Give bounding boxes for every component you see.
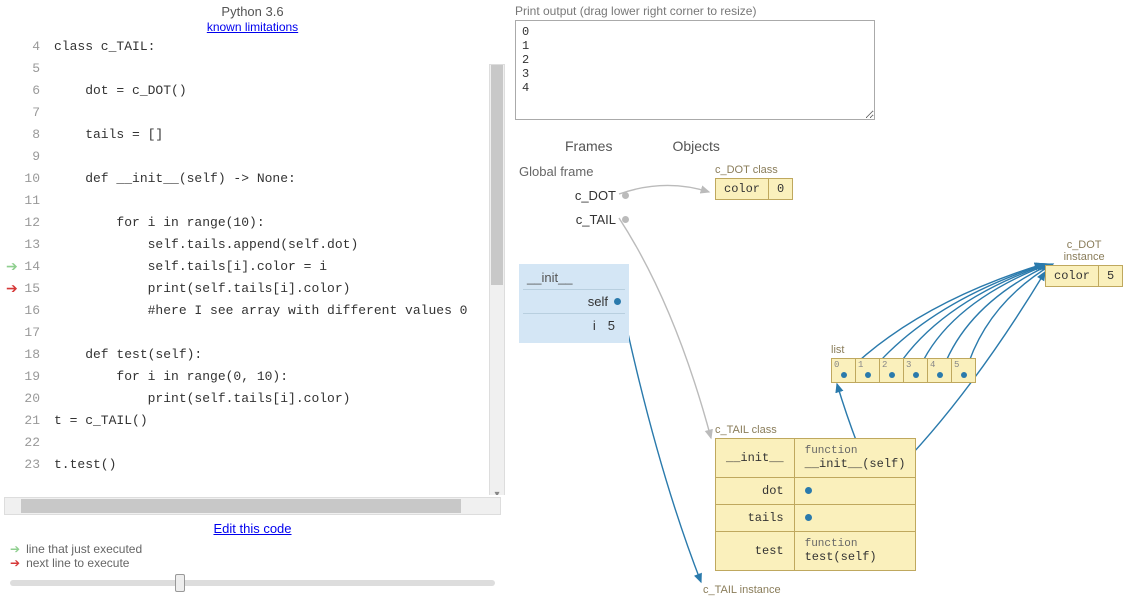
init-self: self [523, 289, 625, 313]
objects-header: Objects [672, 138, 719, 154]
line-numbers: 4567891011121314151617181920212223 [0, 36, 46, 476]
cdot-class-box: c_DOT class color0 [715, 164, 793, 200]
visualization-panel: Print output (drag lower right corner to… [505, 0, 1133, 594]
legend-next: next line to execute [26, 556, 129, 570]
ctail-instance-label: c_TAIL instance [703, 584, 781, 596]
ctail-class-box: c_TAIL class __init__function__init__(se… [715, 424, 916, 571]
legend-red-arrow-icon: ➔ [10, 556, 20, 570]
output-label: Print output (drag lower right corner to… [515, 0, 1123, 20]
global-var-ctail: c_TAIL [519, 207, 629, 231]
init-i: i5 [523, 313, 625, 337]
pointer-dot-icon [614, 298, 621, 305]
pointer-dot-icon [622, 216, 629, 223]
code-lines[interactable]: class c_TAIL: dot = c_DOT() tails = [] d… [54, 36, 505, 476]
frames-header: Frames [565, 138, 612, 154]
edit-code-link[interactable]: Edit this code [0, 517, 505, 540]
python-version: Python 3.6 [0, 4, 505, 19]
global-frame-title: Global frame [519, 164, 629, 179]
cdot-instance-box: c_DOT instance color5 [1045, 239, 1123, 287]
output-box[interactable]: 0 1 2 3 4 [515, 20, 875, 120]
known-limitations-link[interactable]: known limitations [207, 20, 298, 34]
global-frame: Global frame c_DOT c_TAIL [519, 164, 629, 231]
frames-objects-headers: Frames Objects [565, 138, 1123, 154]
hscroll-thumb[interactable] [21, 499, 461, 513]
legend: ➔ line that just executed ➔ next line to e… [0, 540, 505, 572]
init-frame-title: __init__ [523, 270, 625, 285]
list-box: list 012345 [831, 344, 976, 383]
code-area: ▴ ▾ ➔ ➔ 45678910111213141516171819202122… [0, 36, 505, 495]
global-var-cdot: c_DOT [519, 183, 629, 207]
legend-executed: line that just executed [26, 542, 142, 556]
pointer-dot-icon [622, 192, 629, 199]
code-panel: Python 3.6 known limitations ▴ ▾ ➔ ➔ 456… [0, 0, 505, 594]
viz-area: Global frame c_DOT c_TAIL __init__ self … [515, 164, 1115, 604]
horizontal-scrollbar[interactable] [4, 497, 501, 515]
step-slider[interactable] [10, 580, 495, 586]
legend-green-arrow-icon: ➔ [10, 542, 20, 556]
init-frame: __init__ self i5 [519, 264, 629, 343]
slider-thumb[interactable] [175, 574, 185, 592]
code-header: Python 3.6 known limitations [0, 0, 505, 36]
